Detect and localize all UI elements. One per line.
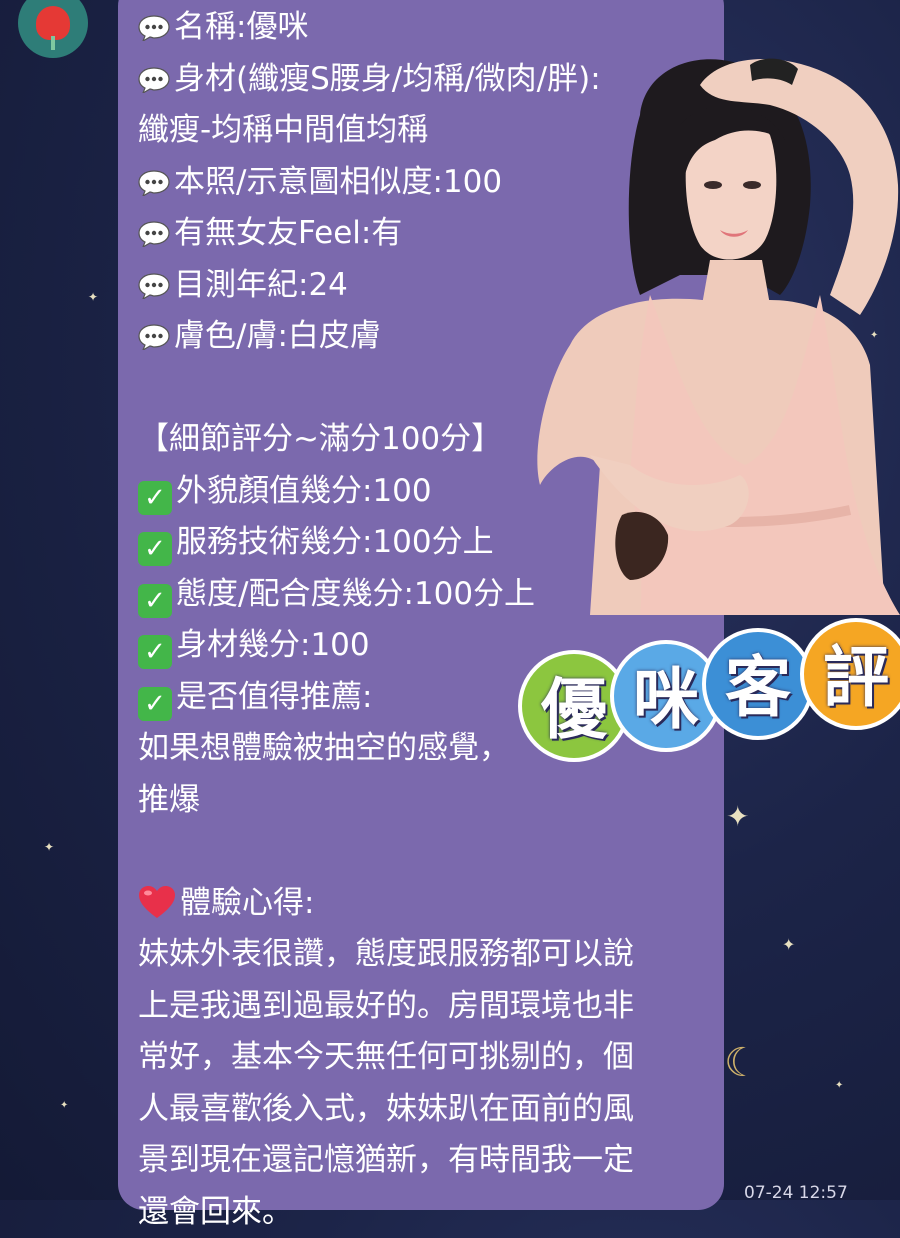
speech-bubble-icon — [138, 15, 170, 41]
check-mark-icon: ✓ — [138, 584, 172, 618]
check-mark-icon: ✓ — [138, 687, 172, 721]
experience-line: 景到現在還記憶猶新，有時間我一定 — [138, 1135, 698, 1187]
experience-line: 常好，基本今天無任何可挑剔的，個 — [138, 1032, 698, 1084]
experience-line: 妹妹外表很讚，態度跟服務都可以說 — [138, 929, 698, 981]
title-badge: 客 — [702, 628, 814, 740]
speech-bubble-icon — [138, 170, 170, 196]
speech-bubble-icon — [138, 67, 170, 93]
recommend-line: 推爆 — [138, 775, 698, 827]
check-mark-icon: ✓ — [138, 532, 172, 566]
experience-line: 人最喜歡後入式，妹妹趴在面前的風 — [138, 1084, 698, 1136]
rating-line: ✓身材幾分:100 — [138, 620, 698, 672]
message-timestamp: 07-24 12:57 — [744, 1183, 848, 1203]
tulip-icon — [36, 6, 70, 40]
sender-avatar[interactable] — [18, 0, 88, 58]
heart-icon — [138, 885, 176, 919]
speech-bubble-icon — [138, 324, 170, 350]
check-mark-icon: ✓ — [138, 481, 172, 515]
title-badge: 評 — [800, 618, 900, 730]
experience-title: 體驗心得: — [138, 878, 698, 930]
check-mark-icon: ✓ — [138, 635, 172, 669]
model-photo — [530, 45, 900, 615]
experience-line: 上是我遇到過最好的。房間環境也非 — [138, 981, 698, 1033]
experience-line: 還會回來。 — [138, 1187, 698, 1238]
speech-bubble-icon — [138, 273, 170, 299]
speech-bubble-icon — [138, 221, 170, 247]
